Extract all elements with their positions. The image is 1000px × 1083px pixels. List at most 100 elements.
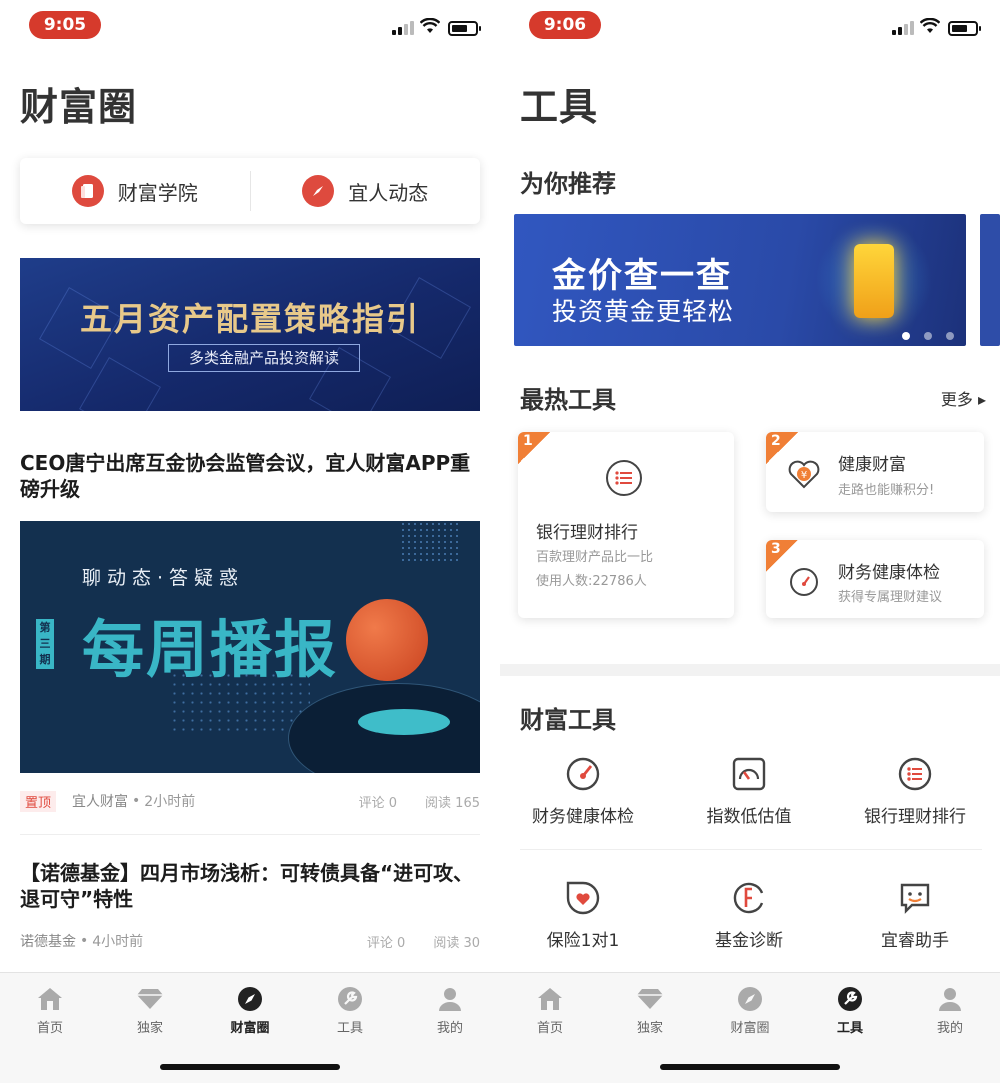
wealth-tools-title: 财富工具	[520, 706, 616, 734]
tab-mine[interactable]: 我的	[410, 985, 490, 1036]
tool-name: 银行理财排行	[536, 523, 638, 543]
heart-yen-icon: ¥	[788, 458, 820, 490]
home-indicator[interactable]	[160, 1064, 340, 1070]
comment-count: 评论 0	[366, 935, 406, 951]
book-icon	[71, 175, 104, 207]
tab-tools[interactable]: 工具	[310, 985, 390, 1036]
diamond-icon	[636, 985, 664, 1013]
signal-icon	[892, 21, 914, 35]
recommend-title: 为你推荐	[520, 170, 616, 198]
diamond-icon	[136, 985, 164, 1013]
page-dot	[924, 332, 932, 340]
rank-badge: 3	[766, 540, 798, 572]
article-headline[interactable]: CEO唐宁出席互金协会监管会议，宜人财富APP重磅升级	[20, 450, 480, 502]
page-dot	[902, 332, 910, 340]
tab-exclusive[interactable]: 独家	[110, 985, 190, 1036]
gauge-icon	[565, 756, 601, 792]
tab-wealth-circle[interactable]: 财富圈	[210, 985, 290, 1036]
gold-price-banner[interactable]: 金价查一查 投资黄金更轻松	[514, 214, 966, 346]
tab-wealth-circle[interactable]: 财富圈	[710, 985, 790, 1036]
decor-dots	[400, 521, 460, 561]
banner-subtitle: 多类金融产品投资解读	[168, 344, 360, 372]
tool-desc: 获得专属理财建议	[838, 590, 943, 605]
tool-fund-diagnosis[interactable]: 基金诊断	[666, 880, 832, 951]
page-title: 工具	[520, 85, 599, 129]
quick-entry-bar: 财富学院 宜人动态	[20, 158, 480, 224]
hot-tool-card-3[interactable]: 3 财务健康体检 获得专属理财建议	[766, 540, 984, 618]
next-banner-peek[interactable]	[980, 214, 1000, 346]
compass-icon	[236, 985, 264, 1013]
tab-tools[interactable]: 工具	[810, 985, 890, 1036]
hot-tool-card-1[interactable]: 1 银行理财排行 百款理财产品比一比 使用人数:22786人	[518, 432, 734, 618]
divider	[520, 849, 982, 850]
banner-title: 五月资产配置策略指引	[79, 300, 420, 338]
list-icon	[897, 756, 933, 792]
yiren-news-label: 宜人动态	[348, 180, 429, 205]
article-time: 2小时前	[144, 794, 196, 810]
svg-text:¥: ¥	[801, 470, 807, 481]
decor-disc	[358, 709, 450, 735]
assistant-icon	[897, 880, 933, 916]
person-icon	[936, 985, 964, 1013]
decor-orb	[346, 599, 428, 681]
battery-icon	[448, 21, 481, 36]
person-icon	[436, 985, 464, 1013]
yiren-news-button[interactable]: 宜人动态	[251, 158, 481, 224]
article-headline[interactable]: 【诺德基金】四月市场浅析：可转债具备“进可攻、退可守”特性	[20, 860, 480, 912]
weekly-broadcast-banner[interactable]: 聊动态·答疑惑 第三期 每周播报	[20, 521, 480, 773]
status-bar: 9:05	[0, 0, 500, 52]
comment-count: 评论 0	[358, 795, 398, 811]
tool-insurance-1v1[interactable]: 保险1对1	[500, 880, 666, 951]
decor-gold-pillar	[854, 244, 894, 318]
status-bar: 9:06	[500, 0, 1000, 52]
tool-yirui-assistant[interactable]: 宜睿助手	[832, 880, 998, 951]
article-meta: 诺德基金 • 4小时前 评论 0 阅读 30	[20, 931, 480, 951]
home-icon	[536, 985, 564, 1013]
article-source[interactable]: 宜人财富	[72, 791, 128, 811]
hot-tools-title: 最热工具	[520, 386, 616, 414]
tool-bank-ranking[interactable]: 银行理财排行	[832, 756, 998, 827]
wealth-academy-label: 财富学院	[117, 180, 198, 205]
wrench-icon	[836, 985, 864, 1013]
tab-home[interactable]: 首页	[10, 985, 90, 1036]
tool-financial-checkup[interactable]: 财务健康体检	[500, 756, 666, 827]
home-indicator[interactable]	[660, 1064, 840, 1070]
gauge-icon	[790, 568, 818, 596]
tool-desc: 百款理财产品比一比	[536, 550, 654, 565]
banner-title: 金价查一查	[552, 256, 732, 296]
page-title: 财富圈	[20, 85, 138, 129]
page-dot	[946, 332, 954, 340]
signal-icon	[392, 21, 414, 35]
wifi-icon	[920, 18, 940, 33]
banner-title: 每周播报	[82, 613, 339, 686]
home-icon	[36, 985, 64, 1013]
shield-heart-icon	[565, 880, 601, 916]
tool-name: 财务健康体检	[838, 563, 940, 583]
meter-icon	[731, 756, 767, 792]
article-source[interactable]: 诺德基金	[20, 931, 76, 951]
wealth-academy-button[interactable]: 财富学院	[20, 158, 250, 224]
article-time: 4小时前	[92, 934, 144, 950]
wifi-icon	[420, 18, 440, 33]
tool-usage: 使用人数:22786人	[536, 574, 647, 589]
banner-subtitle: 投资黄金更轻松	[552, 297, 735, 326]
pinned-badge: 置顶	[20, 790, 57, 812]
banner-subtitle: 聊动态·答疑惑	[82, 567, 245, 589]
more-link[interactable]: 更多 ▸	[941, 386, 986, 410]
status-time: 9:05	[29, 11, 101, 39]
tab-home[interactable]: 首页	[510, 985, 590, 1036]
status-time: 9:06	[529, 11, 601, 39]
tab-exclusive[interactable]: 独家	[610, 985, 690, 1036]
wrench-icon	[336, 985, 364, 1013]
issue-tag: 第三期	[36, 619, 54, 669]
strategy-banner[interactable]: 五月资产配置策略指引 多类金融产品投资解读	[20, 258, 480, 411]
wealth-circle-screen: 9:05 财富圈 财富学院 宜人动态 五月资产配置策略指引 多类金融产品投资解读…	[0, 0, 500, 1083]
tab-mine[interactable]: 我的	[910, 985, 990, 1036]
tool-index-valuation[interactable]: 指数低估值	[666, 756, 832, 827]
tool-name: 健康财富	[838, 455, 906, 475]
fund-icon	[731, 880, 767, 916]
compass-icon	[302, 175, 335, 207]
hot-tool-card-2[interactable]: 2 ¥ 健康财富 走路也能赚积分!	[766, 432, 984, 512]
battery-icon	[948, 21, 981, 36]
tool-desc: 走路也能赚积分!	[838, 483, 935, 498]
